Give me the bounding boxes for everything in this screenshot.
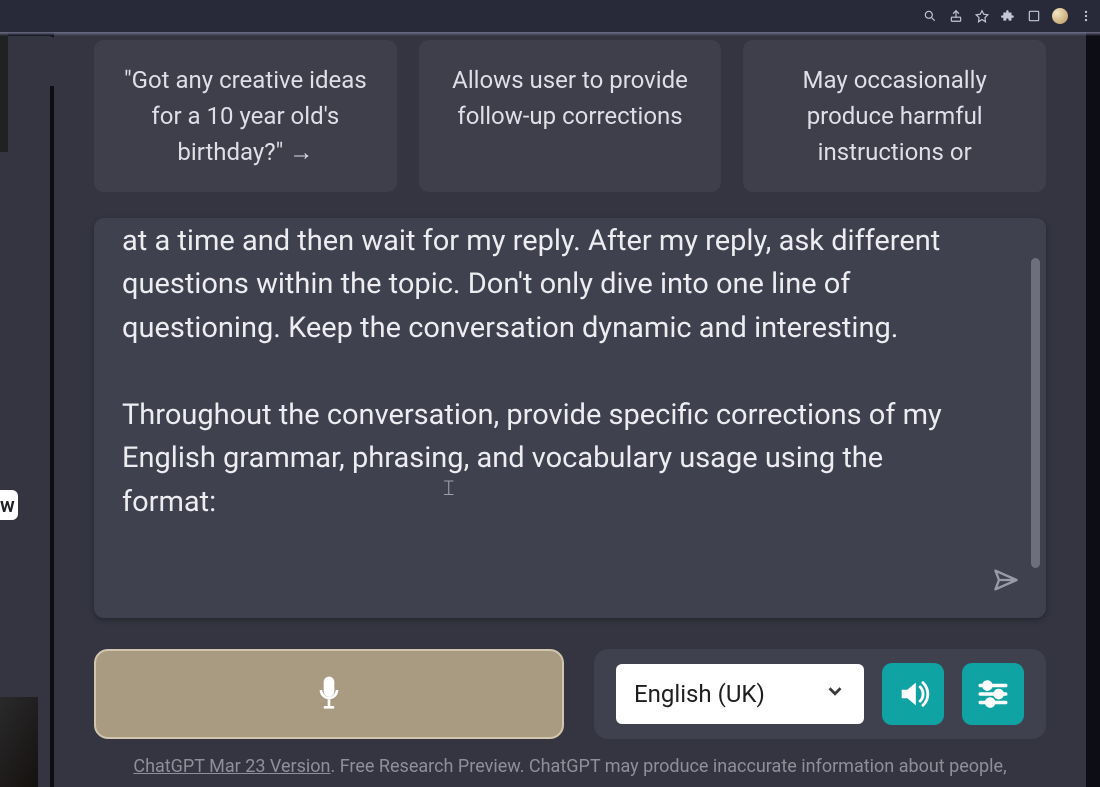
extensions-icon[interactable] bbox=[1000, 8, 1016, 24]
language-select[interactable]: English (UK) bbox=[616, 664, 864, 724]
prompt-input[interactable]: interesting questions on the topic of tr… bbox=[94, 218, 1046, 618]
speaker-icon bbox=[896, 677, 930, 711]
browser-chrome bbox=[0, 0, 1100, 32]
profile-avatar[interactable] bbox=[1052, 8, 1068, 24]
chrome-icons bbox=[922, 8, 1094, 24]
prompt-text[interactable]: interesting questions on the topic of tr… bbox=[122, 218, 984, 524]
scrollbar[interactable] bbox=[1031, 258, 1040, 568]
sidebar-hint bbox=[0, 32, 8, 152]
suggestion-card[interactable]: Allows user to provide follow-up correct… bbox=[419, 40, 722, 192]
speaker-button[interactable] bbox=[882, 663, 944, 725]
footer-text: ChatGPT Mar 23 Version. Free Research Pr… bbox=[94, 756, 1046, 777]
bottom-toolbar: English (UK) bbox=[94, 649, 1046, 739]
send-button[interactable] bbox=[988, 562, 1024, 598]
microphone-icon bbox=[312, 674, 346, 714]
settings-sliders-button[interactable] bbox=[962, 663, 1024, 725]
main-area: simple terms" → the conversation informa… bbox=[54, 0, 1086, 787]
suggestion-card[interactable]: May occasionally produce harmful instruc… bbox=[743, 40, 1046, 192]
suggestion-row-2: "Got any creative ideas for a 10 year ol… bbox=[94, 40, 1046, 192]
footer-rest: . Free Research Preview. ChatGPT may pro… bbox=[331, 756, 1007, 777]
window-icon[interactable] bbox=[1026, 8, 1042, 24]
share-icon[interactable] bbox=[948, 8, 964, 24]
language-group: English (UK) bbox=[594, 649, 1046, 739]
left-edge-button[interactable]: w bbox=[0, 490, 18, 520]
search-icon[interactable] bbox=[922, 8, 938, 24]
menu-icon[interactable] bbox=[1078, 8, 1094, 24]
chevron-down-icon bbox=[824, 680, 846, 708]
suggestion-card[interactable]: "Got any creative ideas for a 10 year ol… bbox=[94, 40, 397, 192]
microphone-button[interactable] bbox=[94, 649, 564, 739]
sliders-icon bbox=[976, 677, 1010, 711]
top-accent bbox=[0, 32, 1100, 36]
language-label: English (UK) bbox=[634, 680, 765, 708]
version-link[interactable]: ChatGPT Mar 23 Version bbox=[133, 756, 330, 777]
star-icon[interactable] bbox=[974, 8, 990, 24]
left-photo-edge bbox=[0, 697, 38, 787]
